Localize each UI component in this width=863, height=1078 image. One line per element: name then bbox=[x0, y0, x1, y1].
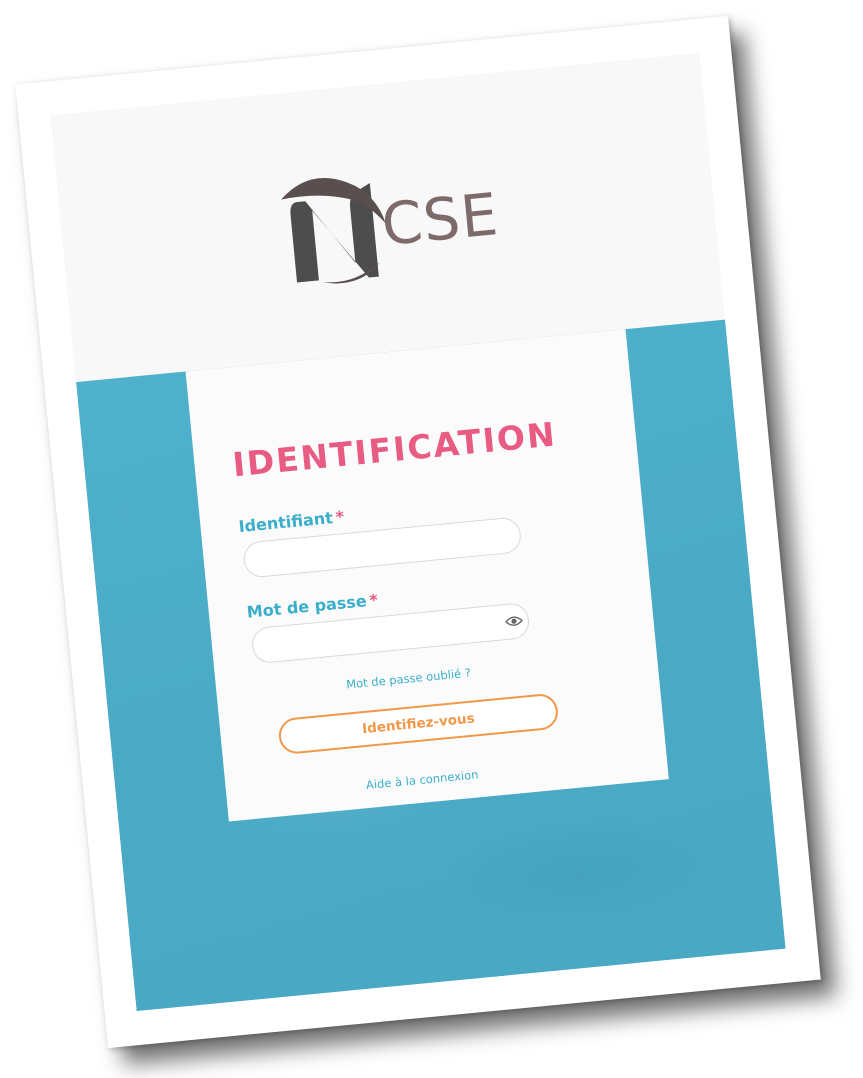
n-logo-mark-icon bbox=[281, 177, 386, 284]
paper-sheet: CSE IDENTIFICATION Identifiant* Mot de p… bbox=[15, 15, 821, 1049]
photo-stage: CSE IDENTIFICATION Identifiant* Mot de p… bbox=[0, 0, 863, 1078]
username-label-text: Identifiant bbox=[237, 508, 334, 537]
required-asterisk: * bbox=[334, 507, 345, 527]
ncse-logo: CSE bbox=[273, 153, 504, 289]
login-submit-button[interactable]: Identifiez-vous bbox=[277, 692, 560, 756]
page-title: IDENTIFICATION bbox=[230, 414, 559, 485]
forgot-password-link[interactable]: Mot de passe oublié ? bbox=[346, 666, 472, 692]
login-screen: CSE IDENTIFICATION Identifiant* Mot de p… bbox=[50, 52, 786, 1012]
logo-text: CSE bbox=[378, 179, 502, 259]
password-label-text: Mot de passe bbox=[245, 591, 368, 622]
login-card: IDENTIFICATION Identifiant* Mot de passe… bbox=[185, 329, 669, 822]
login-help-link[interactable]: Aide à la connexion bbox=[365, 767, 479, 792]
required-asterisk: * bbox=[368, 590, 379, 610]
eye-icon[interactable] bbox=[504, 614, 523, 628]
username-label: Identifiant* bbox=[238, 507, 345, 536]
